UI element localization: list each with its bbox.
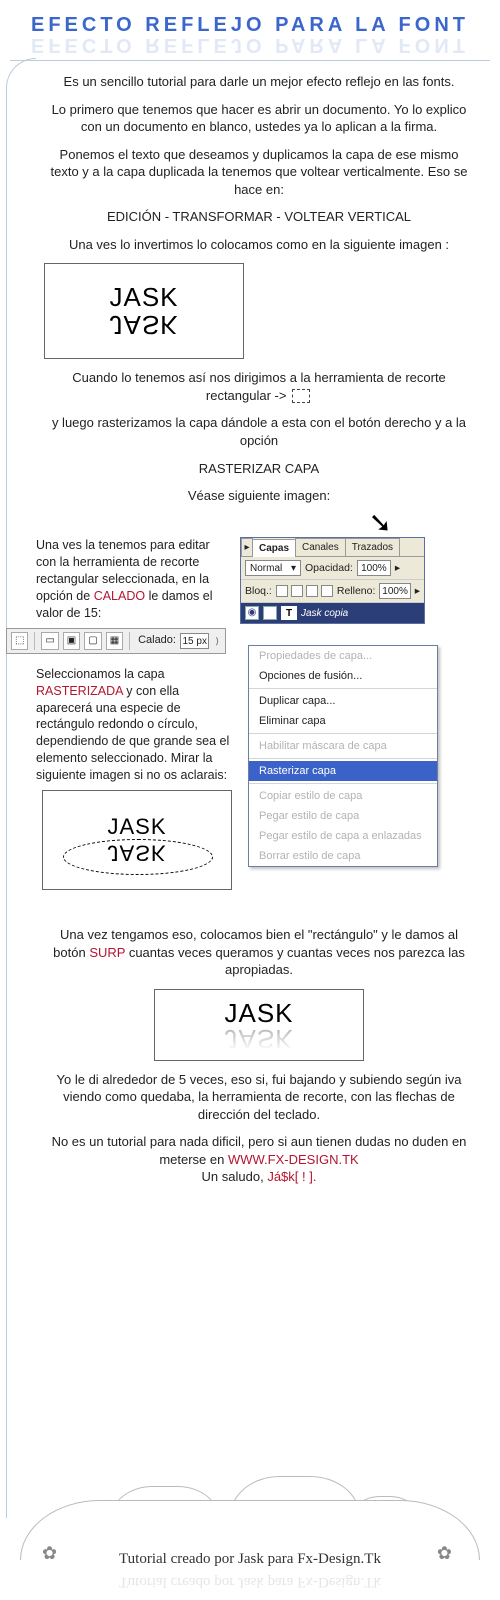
menu-path-highlight: EDICIÓN - TRANSFORMAR - VOLTEAR VERTICAL bbox=[44, 208, 474, 226]
panel-tab-paths[interactable]: Trazados bbox=[345, 538, 400, 556]
ctx-item-blending[interactable]: Opciones de fusión... bbox=[249, 666, 437, 686]
intersect-selection-icon[interactable]: ▦ bbox=[106, 632, 123, 650]
feather-input[interactable]: 15 px bbox=[180, 633, 210, 649]
fill-slider-icon[interactable]: ▸ bbox=[415, 585, 420, 597]
dashed-selection-oval bbox=[63, 839, 213, 875]
rasterizada-word: RASTERIZADA bbox=[36, 684, 123, 698]
calado-paragraph: Una ves la tenemos para editar con la he… bbox=[36, 537, 232, 621]
lock-icons bbox=[276, 585, 333, 597]
panel-tabs: ▸ Capas Canales Trazados bbox=[241, 538, 424, 557]
intro-paragraph-4: Una ves lo invertimos lo colocamos como … bbox=[44, 236, 474, 254]
sample-mirror-box: JASK JASK bbox=[44, 263, 244, 359]
opacity-label: Opacidad: bbox=[305, 562, 353, 574]
site-link[interactable]: WWW.FX-DESIGN.TK bbox=[228, 1152, 359, 1167]
ctx-separator bbox=[249, 783, 437, 784]
ctx-item-enable-mask[interactable]: Habilitar máscara de capa bbox=[249, 736, 437, 756]
fill-input[interactable]: 100% bbox=[379, 583, 410, 599]
feather-dropdown-icon[interactable]: ⟩ bbox=[213, 635, 221, 647]
lock-position-icon[interactable] bbox=[306, 585, 318, 597]
ctx-item-paste-style[interactable]: Pegar estilo de capa bbox=[249, 806, 437, 826]
footer-credit: Tutorial creado por Jask para Fx-Design.… bbox=[0, 1551, 500, 1568]
visibility-eye-icon[interactable]: ◉ bbox=[245, 606, 259, 620]
opacity-input[interactable]: 100% bbox=[357, 560, 391, 576]
ctx-separator bbox=[249, 733, 437, 734]
ctx-separator bbox=[249, 688, 437, 689]
ctx-item-paste-linked[interactable]: Pegar estilo de capa a enlazadas bbox=[249, 826, 437, 846]
sample-final-box: JASK JASK bbox=[154, 989, 364, 1061]
intro-paragraph-2: Lo primero que tenemos que hacer es abri… bbox=[44, 101, 474, 136]
feather-toolbar: ⬚ ▭ ▣ ▢ ▦ Calado: 15 px ⟩ bbox=[6, 628, 226, 654]
lock-all-icon[interactable] bbox=[321, 585, 333, 597]
step2-line-c: Véase siguiente imagen: bbox=[44, 487, 474, 505]
rasterizada-paragraph: Seleccionamos la capa RASTERIZADA y con … bbox=[36, 666, 232, 784]
lock-label: Bloq.: bbox=[245, 585, 272, 597]
panel-tab-layers[interactable]: Capas bbox=[252, 539, 296, 557]
surp-word: SURP bbox=[89, 945, 125, 960]
text-layer-thumb-icon: T bbox=[281, 606, 297, 620]
layer-row-selected[interactable]: ◉ T Jask copia bbox=[241, 603, 424, 623]
footer-cloud bbox=[20, 1490, 480, 1560]
rast-text-b: y con ella aparecerá una especie de rect… bbox=[36, 684, 229, 782]
outro2-text-b: Un saludo, bbox=[202, 1169, 268, 1184]
marquee-tool-icon[interactable]: ⬚ bbox=[11, 632, 28, 650]
lock-transparency-icon[interactable] bbox=[276, 585, 288, 597]
decorative-side-curve bbox=[6, 58, 36, 1518]
add-selection-icon[interactable]: ▣ bbox=[63, 632, 80, 650]
step2-line-b: y luego rasterizamos la capa dándole a e… bbox=[44, 414, 474, 449]
link-icon[interactable] bbox=[263, 606, 277, 620]
sample-word-flipped: JASK bbox=[109, 309, 178, 340]
panel-tab-channels[interactable]: Canales bbox=[295, 538, 346, 556]
outro-paragraph-2: No es un tutorial para nada dificil, per… bbox=[44, 1133, 474, 1186]
fill-label: Relleno: bbox=[337, 585, 376, 597]
layers-panel: ▸ Capas Canales Trazados Normal ▾ Opacida… bbox=[240, 537, 425, 624]
new-selection-icon[interactable]: ▭ bbox=[41, 632, 58, 650]
arrow-down-icon: ➘ bbox=[36, 515, 482, 532]
ctx-item-delete[interactable]: Eliminar capa bbox=[249, 711, 437, 731]
calado-word: CALADO bbox=[94, 589, 145, 603]
ctx-item-rasterize[interactable]: Rasterizar capa bbox=[249, 761, 437, 781]
outro-paragraph-1: Yo le di alrededor de 5 veces, eso si, f… bbox=[44, 1071, 474, 1124]
feather-label: Calado: bbox=[138, 633, 176, 648]
chevron-down-icon: ▾ bbox=[291, 563, 296, 574]
rectangular-marquee-icon bbox=[292, 389, 310, 403]
step2-line-a: Cuando lo tenemos así nos dirigimos a la… bbox=[44, 369, 474, 404]
lock-pixels-icon[interactable] bbox=[291, 585, 303, 597]
title-block: EFECTO REFLEJO PARA LA FONT EFECTO REFLE… bbox=[10, 0, 490, 61]
sample-oval-box: JASK JASK bbox=[42, 790, 232, 890]
page-title-reflection: EFECTO REFLEJO PARA LA FONT bbox=[10, 33, 490, 56]
ctx-item-clear-style[interactable]: Borrar estilo de capa bbox=[249, 846, 437, 866]
step2-text-a: Cuando lo tenemos así nos dirigimos a la… bbox=[72, 370, 446, 403]
footer-block: ✿ ✿ Tutorial creado por Jask para Fx-Des… bbox=[0, 1474, 500, 1594]
toolbar-separator bbox=[34, 632, 35, 650]
toolbar-separator bbox=[129, 632, 130, 650]
blend-mode-dropdown[interactable]: Normal ▾ bbox=[245, 560, 301, 576]
intro-paragraph-1: Es un sencillo tutorial para darle un me… bbox=[44, 73, 474, 91]
footer-credit-reflection: Tutorial creado por Jask para Fx-Design.… bbox=[0, 1573, 500, 1590]
opacity-slider-icon[interactable]: ▸ bbox=[395, 562, 400, 574]
ctx-item-copy-style[interactable]: Copiar estilo de capa bbox=[249, 786, 437, 806]
sample-final-reflection: JASK bbox=[224, 1023, 293, 1054]
step3-text-b: cuantas veces queramos y cuantas veces n… bbox=[125, 945, 465, 978]
ctx-separator bbox=[249, 758, 437, 759]
layer-context-menu: Propiedades de capa... Opciones de fusió… bbox=[248, 645, 438, 867]
ctx-item-properties[interactable]: Propiedades de capa... bbox=[249, 646, 437, 666]
rast-text-a: Seleccionamos la capa bbox=[36, 667, 165, 681]
step3-paragraph: Una vez tengamos eso, colocamos bien el … bbox=[44, 926, 474, 979]
rasterize-highlight: RASTERIZAR CAPA bbox=[44, 460, 474, 478]
author-signature: Já$k[ ! ]. bbox=[267, 1169, 316, 1184]
intro-paragraph-3: Ponemos el texto que deseamos y duplicam… bbox=[44, 146, 474, 199]
layer-name: Jask copia bbox=[301, 608, 348, 619]
ctx-item-duplicate[interactable]: Duplicar capa... bbox=[249, 691, 437, 711]
blend-mode-value: Normal bbox=[250, 563, 282, 574]
subtract-selection-icon[interactable]: ▢ bbox=[84, 632, 101, 650]
